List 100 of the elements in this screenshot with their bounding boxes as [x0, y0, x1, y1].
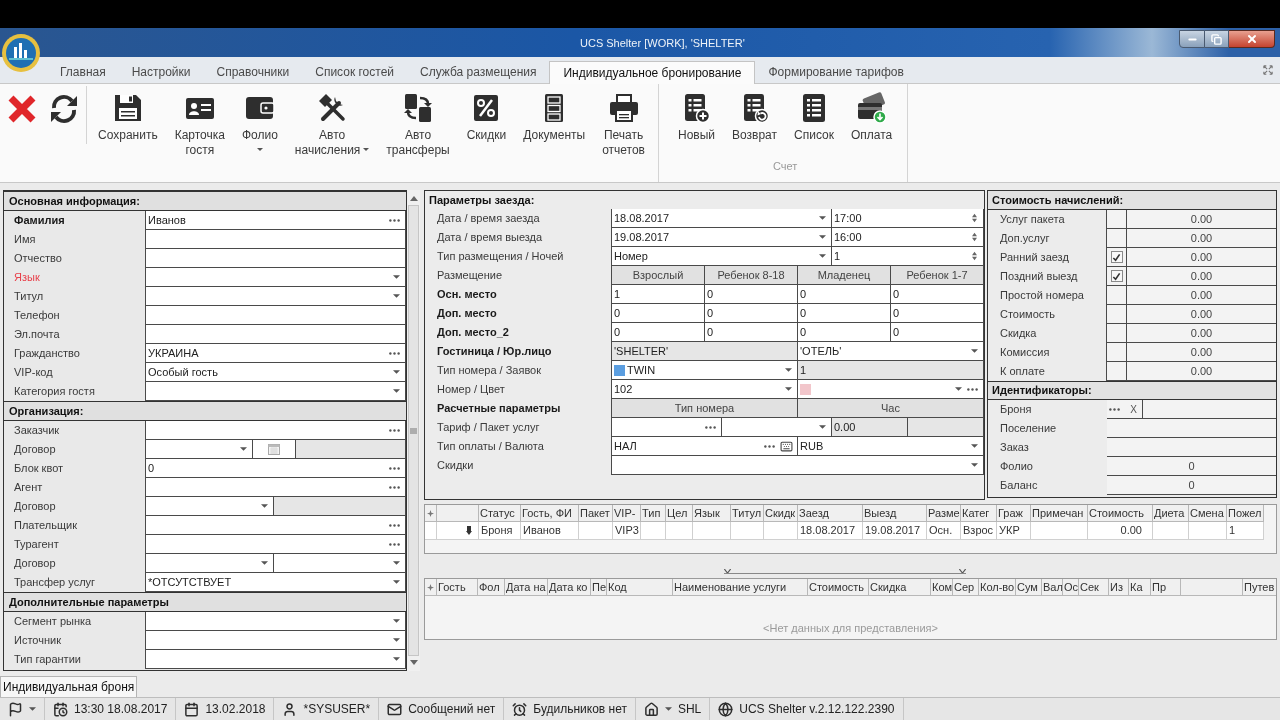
- readonly-field[interactable]: 0.00: [1127, 286, 1276, 305]
- scroll-up-icon[interactable]: [409, 196, 418, 201]
- column-header[interactable]: Пр: [1151, 579, 1181, 596]
- ribbon-button[interactable]: Авто трансферы: [385, 92, 451, 158]
- text-field[interactable]: [146, 325, 406, 344]
- caret-icon[interactable]: [819, 425, 826, 429]
- close-button[interactable]: [1229, 30, 1275, 48]
- caret-icon[interactable]: [785, 368, 792, 372]
- caret-icon[interactable]: [664, 707, 672, 711]
- expand-arrows-icon[interactable]: [1263, 65, 1273, 75]
- column-header[interactable]: Цел: [666, 505, 693, 522]
- column-header[interactable]: Статус: [479, 505, 521, 522]
- text-field[interactable]: [146, 306, 406, 325]
- number-field[interactable]: 0: [612, 323, 705, 342]
- caret-icon[interactable]: [971, 349, 978, 353]
- caret-icon[interactable]: [785, 387, 792, 391]
- spinner-icon[interactable]: [972, 213, 977, 223]
- calendar-button[interactable]: [253, 440, 296, 459]
- caret-icon[interactable]: [393, 370, 400, 374]
- home-icon[interactable]: [643, 701, 659, 717]
- ribbon-button[interactable]: Авто начисления: [293, 92, 371, 158]
- column-header[interactable]: Тип: [641, 505, 666, 522]
- ribbon-button[interactable]: Оплата: [849, 92, 894, 143]
- ellipsis-icon[interactable]: [389, 351, 400, 355]
- number-field[interactable]: 0: [612, 304, 705, 323]
- scrollbar-thumb[interactable]: [408, 205, 419, 656]
- dropdown-field[interactable]: [146, 612, 406, 631]
- checkbox[interactable]: [1110, 270, 1123, 282]
- lookup-field[interactable]: НАЛ: [612, 437, 798, 456]
- ribbon-button[interactable]: Скидки: [465, 92, 508, 143]
- caret-icon[interactable]: [971, 444, 978, 448]
- spinner-icon[interactable]: [972, 232, 977, 242]
- ribbon-tab[interactable]: Главная: [47, 60, 119, 83]
- dropdown-field[interactable]: Номер: [612, 247, 832, 266]
- dropdown-field[interactable]: [146, 440, 253, 459]
- column-header[interactable]: Смена: [1189, 505, 1227, 522]
- number-field[interactable]: 0: [705, 285, 798, 304]
- ellipsis-icon[interactable]: [705, 425, 716, 429]
- dropdown-field[interactable]: [146, 287, 406, 306]
- ribbon-button[interactable]: Сохранить: [97, 92, 159, 143]
- column-header[interactable]: Гость: [437, 579, 478, 596]
- caret-icon[interactable]: [29, 707, 36, 711]
- text-field[interactable]: [146, 230, 406, 249]
- readonly-field[interactable]: 'SHELTER': [612, 342, 798, 361]
- column-header[interactable]: Вал: [1042, 579, 1063, 596]
- dropdown-field[interactable]: RUB: [798, 437, 984, 456]
- dropdown-field[interactable]: TWIN: [612, 361, 798, 380]
- keyboard-icon[interactable]: [780, 439, 793, 453]
- number-field[interactable]: 0: [891, 323, 984, 342]
- number-field[interactable]: 0: [705, 323, 798, 342]
- ribbon-tab[interactable]: Справочники: [203, 60, 303, 83]
- ellipsis-icon[interactable]: [764, 444, 775, 448]
- column-header[interactable]: Наименование услуги: [673, 579, 808, 596]
- readonly-field[interactable]: 0.00: [1127, 324, 1276, 343]
- calendar-icon[interactable]: [184, 701, 200, 717]
- clear-button[interactable]: X: [1125, 400, 1143, 419]
- readonly-field[interactable]: 0.00: [1127, 248, 1276, 267]
- globe-icon[interactable]: [718, 701, 734, 717]
- caret-icon[interactable]: [819, 235, 826, 239]
- ellipsis-icon[interactable]: [389, 485, 400, 489]
- readonly-field[interactable]: [274, 497, 406, 516]
- column-header[interactable]: Код: [607, 579, 673, 596]
- column-header[interactable]: Пакет: [579, 505, 613, 522]
- checkbox[interactable]: [1110, 251, 1123, 263]
- caret-icon[interactable]: [261, 561, 268, 565]
- ellipsis-icon[interactable]: [1109, 407, 1120, 411]
- column-header[interactable]: Сер: [953, 579, 979, 596]
- ellipsis-icon[interactable]: [389, 218, 400, 222]
- column-header[interactable]: Путев: [1243, 579, 1276, 596]
- column-header[interactable]: Кол-во: [979, 579, 1016, 596]
- column-header[interactable]: Выезд: [863, 505, 927, 522]
- dropdown-field[interactable]: [612, 456, 984, 475]
- readonly-field[interactable]: 0: [1107, 457, 1276, 476]
- ellipsis-icon[interactable]: [967, 387, 978, 391]
- column-header[interactable]: Сум: [1016, 579, 1042, 596]
- caret-icon[interactable]: [393, 389, 400, 393]
- column-header[interactable]: Заезд: [798, 505, 863, 522]
- lookup-field[interactable]: [612, 418, 722, 437]
- column-header[interactable]: Катег: [961, 505, 997, 522]
- ellipsis-icon[interactable]: [389, 466, 400, 470]
- ribbon-button[interactable]: Возврат: [731, 92, 778, 143]
- flag-icon[interactable]: [8, 701, 23, 717]
- ribbon-tab[interactable]: Список гостей: [302, 60, 408, 83]
- lookup-field[interactable]: [146, 478, 406, 497]
- caret-icon[interactable]: [393, 275, 400, 279]
- spin-field[interactable]: 16:00: [832, 228, 984, 247]
- number-field[interactable]: 1: [612, 285, 705, 304]
- readonly-field[interactable]: [1107, 438, 1276, 457]
- ribbon-button[interactable]: Список: [793, 92, 835, 143]
- column-header[interactable]: Ос: [1063, 579, 1079, 596]
- ribbon-tab[interactable]: Настройки: [118, 60, 204, 83]
- number-field[interactable]: 0: [891, 285, 984, 304]
- ribbon-tab[interactable]: Индивидуальное бронирование: [549, 61, 756, 84]
- caret-icon[interactable]: [393, 657, 400, 661]
- readonly-field[interactable]: 0.00: [1127, 343, 1276, 362]
- ellipsis-icon[interactable]: [389, 542, 400, 546]
- column-header[interactable]: Стоимость: [1088, 505, 1153, 522]
- caret-icon[interactable]: [393, 638, 400, 642]
- number-field[interactable]: 0: [891, 304, 984, 323]
- close-icon[interactable]: [6, 93, 38, 125]
